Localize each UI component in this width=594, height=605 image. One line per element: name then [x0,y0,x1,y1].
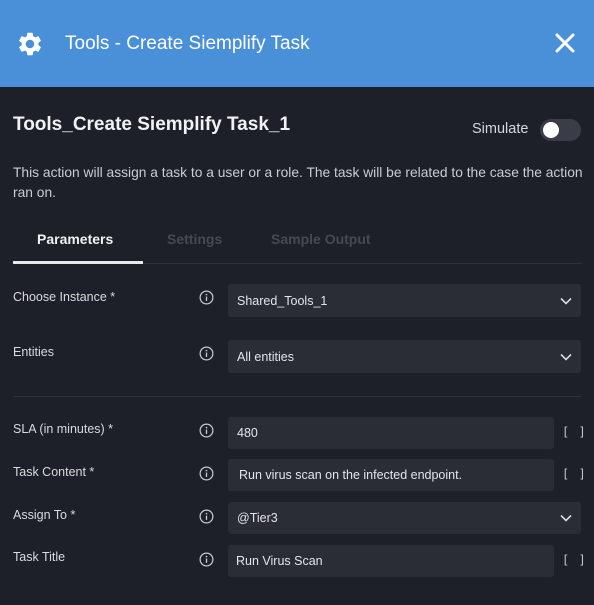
section-divider [13,396,581,397]
placeholder-bracket-button[interactable]: [ ] [562,553,587,567]
dialog-title: Tools - Create Siemplify Task [65,33,310,54]
toggle-knob [543,122,559,138]
chevron-down-icon [560,353,572,361]
choose-instance-label: Choose Instance * [13,290,116,304]
sla-input[interactable]: 480 [228,417,554,449]
info-icon[interactable] [199,466,214,481]
chevron-down-icon [560,514,572,522]
placeholder-bracket-button[interactable]: [ ] [562,425,587,439]
assign-to-select[interactable]: @Tier3 [228,502,581,534]
info-icon[interactable] [199,423,214,438]
info-icon[interactable] [199,509,214,524]
chevron-down-icon [560,297,572,305]
tab-sample-output[interactable]: Sample Output [271,231,371,247]
tab-settings[interactable]: Settings [167,231,222,247]
gear-icon [19,32,41,56]
simulate-label: Simulate [472,121,529,137]
info-icon[interactable] [199,552,214,567]
entities-value: All entities [237,349,294,364]
assign-to-label: Assign To * [13,508,76,522]
entities-select[interactable]: All entities [228,340,581,373]
entities-label: Entities [13,345,54,359]
tab-parameters[interactable]: Parameters [37,231,113,247]
task-content-input[interactable]: Run virus scan on the infected endpoint. [228,459,554,491]
choose-instance-select[interactable]: Shared_Tools_1 [228,284,581,317]
placeholder-bracket-button[interactable]: [ ] [562,467,587,481]
sla-value: 480 [237,426,258,440]
task-content-label: Task Content * [13,465,95,479]
assign-to-value: @Tier3 [237,511,278,525]
action-title: Tools_Create Siemplify Task_1 [13,114,291,135]
tab-active-indicator [13,261,143,264]
choose-instance-value: Shared_Tools_1 [237,293,328,308]
action-description: This action will assign a task to a user… [13,165,583,200]
close-icon[interactable] [554,32,576,54]
info-icon[interactable] [199,346,214,361]
simulate-toggle[interactable] [540,119,581,141]
task-title-label: Task Title [13,550,66,564]
task-title-value: Run Virus Scan [236,554,323,568]
info-icon[interactable] [199,290,214,305]
task-content-value: Run virus scan on the infected endpoint. [239,468,463,482]
sla-label: SLA (in minutes) * [13,422,114,436]
task-title-input[interactable]: Run Virus Scan [228,545,554,577]
dialog-header: Tools - Create Siemplify Task [0,0,594,87]
